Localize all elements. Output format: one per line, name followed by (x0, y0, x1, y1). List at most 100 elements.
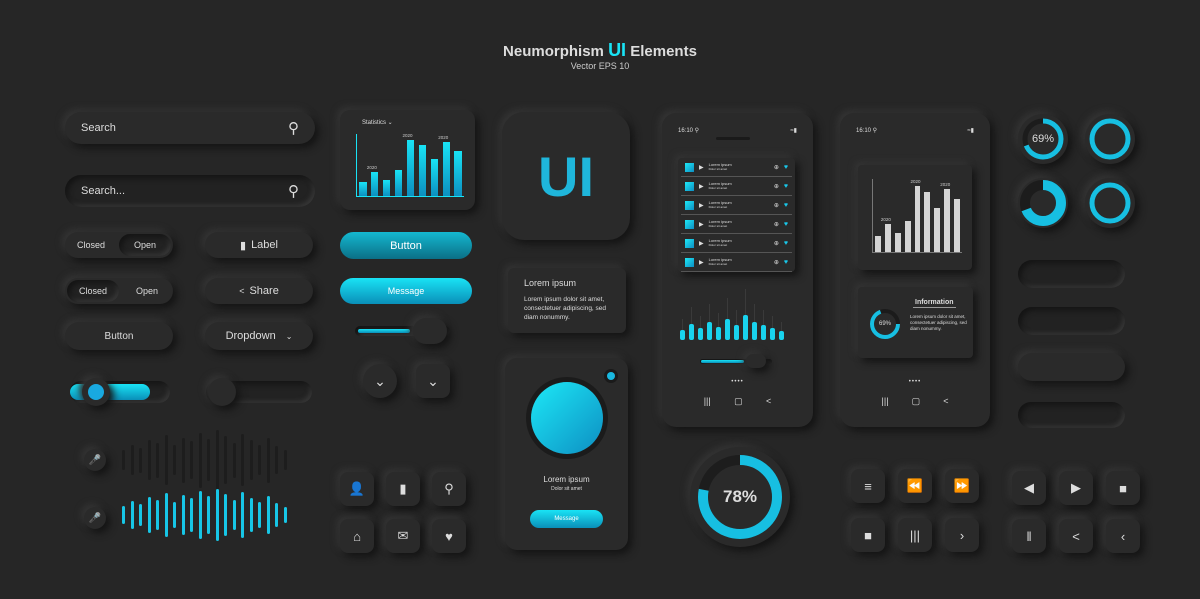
user-icon[interactable]: 👤 (340, 472, 374, 506)
toggle-open[interactable]: Open (119, 234, 171, 256)
pause-icon[interactable]: ‖ (1012, 519, 1046, 553)
play-icon[interactable]: ▶ (699, 202, 704, 209)
chart-bar (418, 145, 426, 196)
dropdown-text: Dropdown (225, 330, 276, 342)
track-thumbnail (685, 181, 694, 191)
back-icon[interactable]: < (766, 396, 771, 407)
stop-icon[interactable]: ■ (851, 518, 885, 552)
home-icon[interactable]: ⌂ (340, 519, 374, 553)
search-icon[interactable]: ⚲ (288, 119, 299, 137)
progress-ring (1018, 178, 1068, 228)
slider-knob[interactable] (413, 318, 447, 344)
toggle-closed[interactable]: Closed (67, 280, 119, 302)
prev-icon[interactable]: ◀ (1012, 471, 1046, 505)
slider-knob[interactable] (208, 378, 236, 406)
add-icon[interactable]: ⊕ (774, 221, 779, 228)
bookmark-icon[interactable]: ▮ (386, 472, 420, 506)
ring-arc (1089, 118, 1131, 160)
heart-icon[interactable]: ♥ (784, 183, 788, 190)
add-icon[interactable]: ⊕ (774, 183, 779, 190)
chart-title: Statistics ⌄ (362, 120, 393, 126)
chevron-down-icon[interactable]: ⌄ (363, 364, 397, 398)
chart-bar (874, 235, 881, 252)
pill-field[interactable] (1018, 402, 1125, 428)
recent-apps-icon[interactable]: ||| (704, 396, 711, 407)
wave-bar (130, 445, 134, 475)
play-circle[interactable] (531, 382, 603, 454)
segmented-toggle[interactable]: Closed Open (65, 278, 173, 304)
heart-icon[interactable]: ♥ (784, 202, 788, 209)
slider-off[interactable] (206, 378, 312, 406)
track-subtitle: Dolor sit amet (708, 205, 728, 209)
add-icon[interactable]: ⊕ (774, 259, 779, 266)
share-button[interactable]: < Share (205, 278, 313, 304)
back-icon[interactable]: ‹ (1106, 519, 1140, 553)
add-icon[interactable]: ⊕ (774, 240, 779, 247)
wave-bar (266, 496, 270, 534)
toggle-closed[interactable]: Closed (65, 232, 117, 258)
share-icon[interactable]: < (1059, 519, 1093, 553)
heart-icon[interactable]: ♥ (784, 259, 788, 266)
add-icon[interactable]: ⊕ (774, 202, 779, 209)
small-slider[interactable] (355, 318, 450, 344)
track-row[interactable]: ▶ Lorem ipsum Dolor sit amet ⊕ ♥ (681, 158, 792, 177)
menu-icon[interactable]: ≡ (851, 469, 885, 503)
chart-bar (430, 158, 438, 196)
track-row[interactable]: ▶ Lorem ipsum Dolor sit amet ⊕ ♥ (681, 253, 792, 272)
chevron-down-icon[interactable]: ⌄ (416, 364, 450, 398)
track-row[interactable]: ▶ Lorem ipsum Dolor sit amet ⊕ ♥ (681, 215, 792, 234)
toggle-open[interactable]: Open (121, 278, 173, 304)
track-row[interactable]: ▶ Lorem ipsum Dolor sit amet ⊕ ♥ (681, 177, 792, 196)
heart-icon[interactable]: ♥ (784, 240, 788, 247)
progress-label: 78% (722, 487, 758, 506)
heart-icon[interactable]: ♥ (784, 221, 788, 228)
info-title: Information (913, 299, 956, 308)
slider-on[interactable] (70, 378, 170, 406)
fast-forward-icon[interactable]: ⏩ (945, 469, 979, 503)
play-icon[interactable]: ▶ (699, 164, 704, 171)
play-icon[interactable]: ▶ (699, 221, 704, 228)
message-button[interactable]: Message (340, 278, 472, 304)
play-icon[interactable]: ▶ (699, 240, 704, 247)
search-input[interactable]: Search ⚲ (65, 112, 315, 144)
wave-bar (173, 445, 176, 475)
wave-bar (190, 498, 193, 532)
phone-slider[interactable] (700, 354, 772, 368)
play-icon[interactable]: ▶ (699, 183, 704, 190)
pill-field[interactable] (1018, 307, 1125, 335)
back-icon[interactable]: < (943, 396, 948, 407)
pill-field[interactable] (1018, 353, 1125, 381)
bars-icon[interactable]: ||| (898, 518, 932, 552)
home-icon[interactable]: ▢ (912, 396, 921, 407)
play-icon[interactable]: ▶ (699, 259, 704, 266)
dropdown[interactable]: Dropdown ⌄ (205, 322, 313, 350)
pill-field[interactable] (1018, 260, 1125, 288)
rewind-icon[interactable]: ⏪ (898, 469, 932, 503)
wave-bar (224, 436, 227, 484)
cyan-button[interactable]: Button (340, 232, 472, 259)
page-title: Neumorphism UI Elements (0, 40, 1200, 61)
search-icon[interactable]: ⚲ (288, 182, 299, 200)
search-input-inset[interactable]: Search... ⚲ (65, 175, 315, 207)
heart-icon[interactable]: ♥ (432, 519, 466, 553)
slider-knob[interactable] (82, 378, 110, 406)
chart-bar (454, 151, 462, 196)
heart-icon[interactable]: ♥ (784, 164, 788, 171)
recent-apps-icon[interactable]: ||| (882, 396, 889, 407)
track-row[interactable]: ▶ Lorem ipsum Dolor sit amet ⊕ ♥ (681, 196, 792, 215)
add-icon[interactable]: ⊕ (774, 164, 779, 171)
next-icon[interactable]: › (945, 518, 979, 552)
mail-icon[interactable]: ✉ (386, 519, 420, 553)
microphone-icon[interactable]: 🎤 (84, 507, 106, 529)
track-subtitle: Dolor sit amet (708, 186, 728, 190)
search-icon[interactable]: ⚲ (432, 472, 466, 506)
label-button[interactable]: ▮ Label (205, 232, 313, 258)
home-icon[interactable]: ▢ (734, 396, 743, 407)
play-icon[interactable]: ▶ (1059, 471, 1093, 505)
microphone-icon[interactable]: 🎤 (84, 449, 106, 471)
plain-button[interactable]: Button (65, 322, 173, 350)
track-row[interactable]: ▶ Lorem ipsum Dolor sit amet ⊕ ♥ (681, 234, 792, 253)
segmented-toggle[interactable]: Closed Open (65, 232, 173, 258)
message-button[interactable]: Message (530, 510, 603, 528)
stop-icon[interactable]: ■ (1106, 471, 1140, 505)
